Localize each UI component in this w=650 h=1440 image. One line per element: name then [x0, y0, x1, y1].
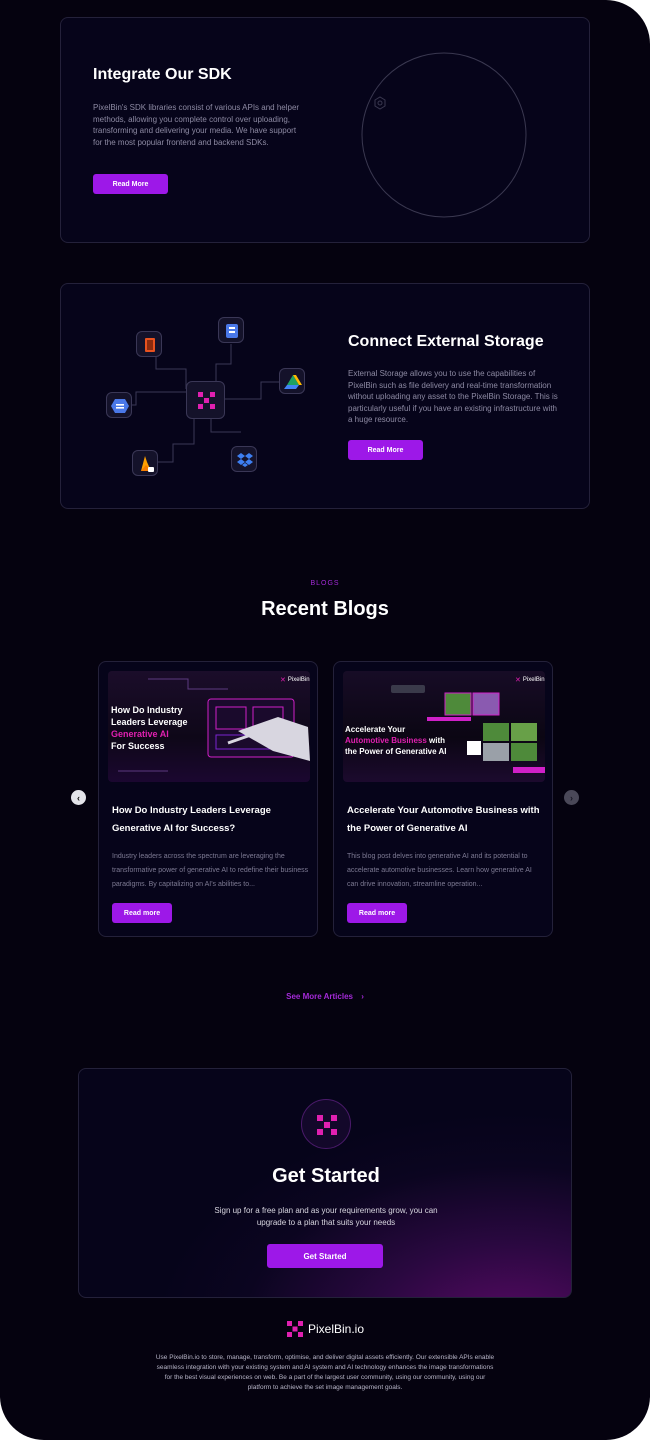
storage-description: External Storage allows you to use the c… — [348, 369, 558, 424]
image-heading-line-4: For Success — [111, 741, 165, 751]
image-logo-text: PixelBin — [522, 677, 545, 683]
image-logo-text: PixelBin — [287, 677, 310, 683]
storage-card: Connect External Storage External Storag… — [60, 283, 590, 509]
blogs-eyebrow: BLOGS — [310, 580, 340, 587]
image-heading-line-1: Accelerate Your — [345, 725, 406, 734]
sdk-illustration — [361, 52, 527, 218]
get-started-description: Sign up for a free plan and as your requ… — [214, 1206, 438, 1227]
pixelbin-logo-icon: ✕ — [515, 677, 521, 684]
see-more-label: See More Articles — [286, 992, 353, 1001]
get-started-button[interactable]: Get Started — [267, 1244, 383, 1268]
footer-description: Use PixelBin.io to store, manage, transf… — [155, 1354, 495, 1391]
blog-read-more-button[interactable]: Read more — [347, 903, 407, 923]
see-more-articles-link[interactable]: See More Articles › — [0, 992, 650, 1001]
blog-title[interactable]: Accelerate Your Automotive Business with… — [347, 802, 547, 838]
cloud-storage-icon — [226, 324, 238, 338]
aws-s3-icon — [145, 338, 155, 352]
sdk-title: Integrate Our SDK — [93, 66, 232, 83]
blog-image: Accelerate Your Automotive Business with… — [343, 671, 545, 782]
chevron-right-icon: › — [361, 992, 364, 1001]
firebase-node — [132, 450, 158, 476]
storage-title: Connect External Storage — [348, 333, 544, 350]
page: Integrate Our SDK PixelBin's SDK librari… — [0, 0, 650, 1440]
get-started-card: Get Started Sign up for a free plan and … — [78, 1068, 572, 1298]
blog-image: How Do Industry Leaders Leverage Generat… — [108, 671, 310, 782]
aws-s3-node — [136, 331, 162, 357]
sdk-description: PixelBin's SDK libraries consist of vari… — [93, 103, 300, 147]
image-heading-connector: with — [429, 736, 446, 745]
get-started-logo-badge — [301, 1099, 351, 1149]
footer-brand-name: PixelBin.io — [307, 1322, 365, 1336]
image-logo: ✕ PixelBin — [515, 676, 545, 684]
image-heading-line-2: Automotive Business with — [345, 736, 445, 745]
footer-brand[interactable]: PixelBin.io — [0, 1320, 650, 1338]
google-cloud-storage-icon — [111, 399, 129, 413]
image-heading-line-2: Leaders Leverage — [111, 717, 188, 727]
blog-title[interactable]: How Do Industry Leaders Leverage Generat… — [112, 802, 312, 838]
chevron-left-icon: ‹ — [77, 792, 80, 803]
pixelbin-logo-icon — [198, 392, 215, 409]
image-logo: ✕ PixelBin — [280, 676, 310, 684]
firebase-icon — [141, 456, 154, 472]
sdk-card: Integrate Our SDK PixelBin's SDK librari… — [60, 17, 590, 243]
pixelbin-logo-icon: ✕ — [280, 677, 286, 684]
chevron-right-icon: › — [570, 792, 573, 803]
dropbox-node — [231, 446, 257, 472]
google-drive-node — [279, 368, 305, 394]
dropbox-icon — [237, 453, 253, 467]
gcs-node — [106, 392, 132, 418]
blog-excerpt: This blog post delves into generative AI… — [347, 853, 532, 888]
sdk-read-more-button[interactable]: Read More — [93, 174, 168, 194]
get-started-title: Get Started — [272, 1165, 380, 1187]
image-heading-line-3: Generative AI — [111, 729, 169, 739]
pixelbin-logo-icon — [286, 1321, 303, 1337]
blogs-title: Recent Blogs — [261, 598, 389, 620]
blog-card[interactable]: How Do Industry Leaders Leverage Generat… — [98, 661, 318, 937]
image-heading-highlight: Automotive Business — [345, 736, 427, 745]
image-heading-line-3: the Power of Generative AI — [345, 747, 447, 756]
cloud-storage-node — [218, 317, 244, 343]
storage-read-more-button[interactable]: Read More — [348, 440, 423, 460]
hub-node — [186, 381, 225, 419]
blog-card[interactable]: Accelerate Your Automotive Business with… — [333, 661, 553, 937]
image-heading-line-1: How Do Industry — [111, 705, 183, 715]
carousel-prev-button[interactable]: ‹ — [71, 790, 86, 805]
carousel-next-button[interactable]: › — [564, 790, 579, 805]
pixelbin-logo-icon — [317, 1115, 337, 1135]
google-drive-icon — [284, 375, 302, 389]
blog-excerpt: Industry leaders across the spectrum are… — [112, 853, 309, 888]
blog-read-more-button[interactable]: Read more — [112, 903, 172, 923]
